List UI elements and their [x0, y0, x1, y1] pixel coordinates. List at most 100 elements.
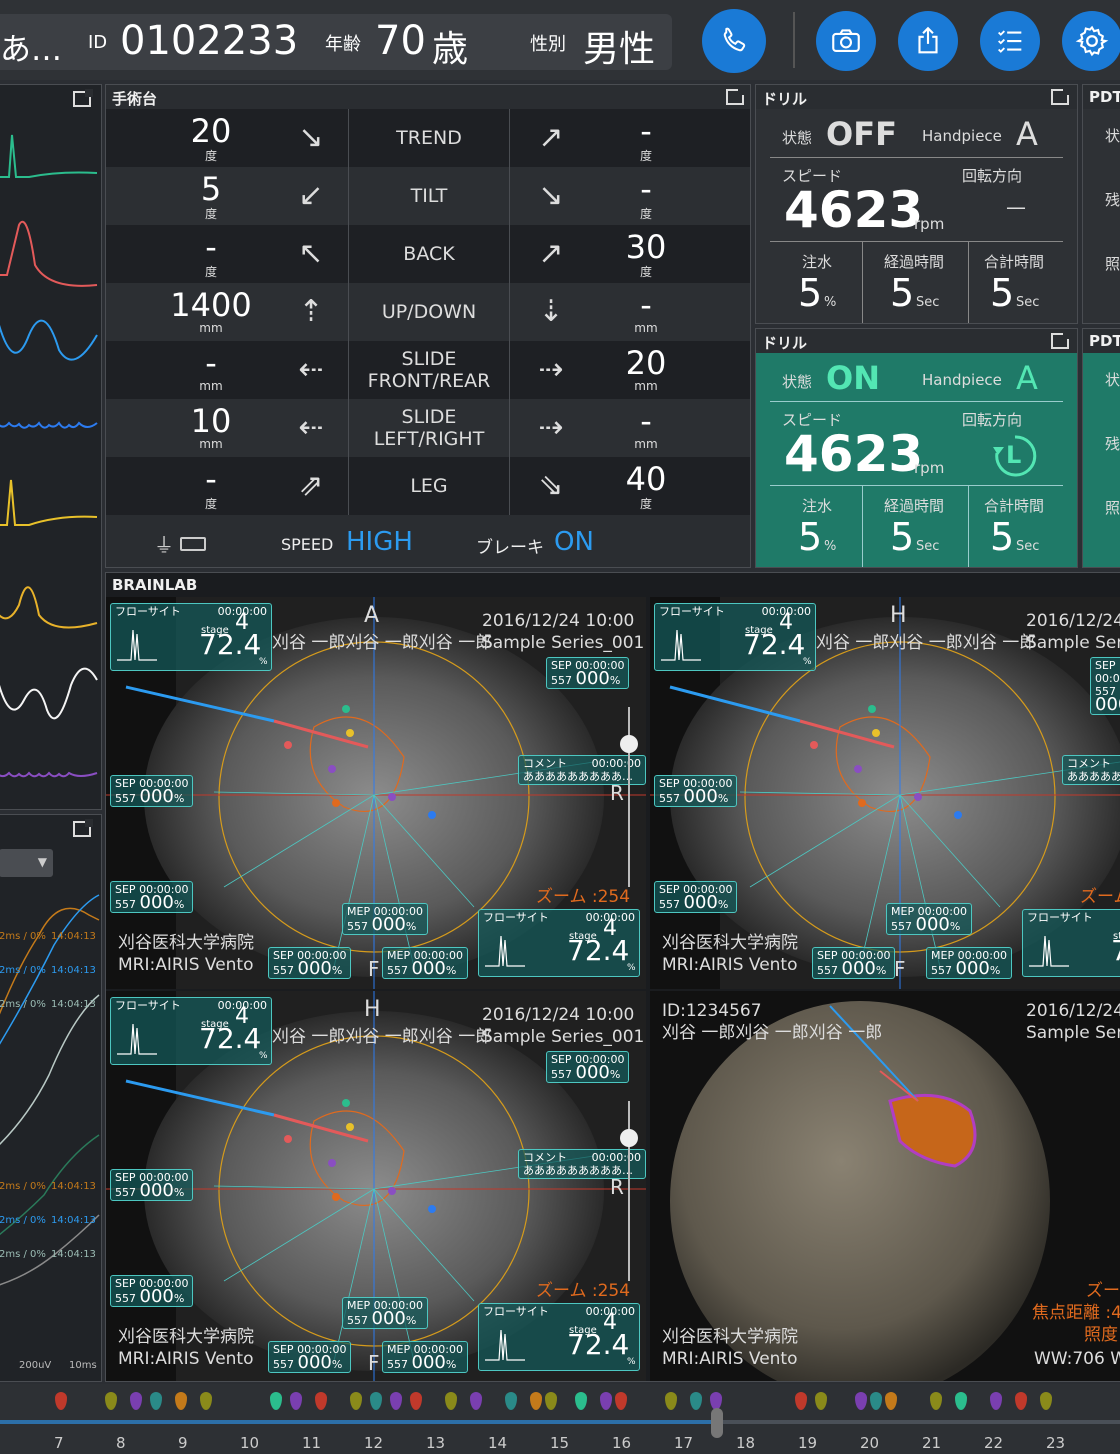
expand-icon[interactable] — [1051, 87, 1071, 105]
left-move-icon[interactable]: ↙ — [276, 167, 346, 225]
timeline-marker[interactable] — [130, 1392, 142, 1410]
timeline[interactable]: 7 8 9 10 11 12 13 14 15 16 17 18 19 20 21 22 23 — [0, 1384, 1120, 1454]
sep-tag[interactable]: SEP 00:00:00557 000% — [546, 1051, 630, 1083]
checklist-button[interactable] — [980, 11, 1040, 71]
timeline-marker[interactable] — [615, 1392, 627, 1410]
timeline-marker[interactable] — [600, 1392, 612, 1410]
sep-tag[interactable]: SEP 00:00:00557 000% — [110, 1275, 194, 1307]
brainlab-view-axial2[interactable]: フローサイト 00:00:00 stage 4 72.4% 刈谷 一郎刈谷 一郎刈谷 一郎… — [650, 597, 1120, 989]
camera-button[interactable] — [816, 11, 876, 71]
timeline-marker[interactable] — [350, 1392, 362, 1410]
timeline-marker[interactable] — [795, 1392, 807, 1410]
sep-tag[interactable]: SEP 00:00:00557 000% — [110, 775, 194, 807]
brainlab-view-axial[interactable]: フローサイト 00:00:00 stage 4 72.4% 刈谷 一郎刈谷 一郎刈谷 一郎… — [106, 597, 646, 989]
mep-tag[interactable]: MEP 00:00:00 557 000% — [926, 947, 1012, 979]
sep-tag[interactable]: SEP 00:00:00557 000% — [110, 1169, 194, 1201]
mep-tag[interactable]: MEP 00:00:00 557 000% — [382, 947, 468, 979]
timeline-marker[interactable] — [505, 1392, 517, 1410]
timeline-marker[interactable] — [545, 1392, 557, 1410]
timeline-marker[interactable] — [270, 1392, 282, 1410]
sep-tag[interactable]: SEP 00:00:00557 000% — [812, 947, 896, 979]
timeline-marker[interactable] — [575, 1392, 587, 1410]
mep-tag[interactable]: MEP 00:00:00 557 000% — [886, 903, 972, 935]
comment-tag[interactable]: コメント00:00:00あああああああああ… — [518, 1149, 646, 1179]
timeline-marker[interactable] — [445, 1392, 457, 1410]
timeline-marker[interactable] — [390, 1392, 402, 1410]
timeline-marker[interactable] — [410, 1392, 422, 1410]
timeline-marker[interactable] — [870, 1392, 882, 1410]
right-move-icon[interactable]: ⇢ — [511, 341, 591, 399]
sep-tag[interactable]: SEP 00:00:00557 000% — [268, 947, 352, 979]
right-move-icon[interactable]: ↗ — [511, 225, 591, 283]
slice-slider-handle[interactable] — [620, 735, 638, 753]
right-move-icon[interactable]: ⇣ — [511, 283, 591, 341]
fluorescence-tag[interactable]: フローサイト00:00:00stage472.4% — [478, 1303, 640, 1371]
left-value-cell[interactable]: -度 — [166, 225, 256, 283]
right-value-cell[interactable]: 40 度 — [601, 457, 691, 515]
left-value-cell[interactable]: -度 — [166, 457, 256, 515]
fluorescence-tag[interactable]: フローサイト00:00:00stage472.4% — [654, 603, 816, 671]
timeline-marker[interactable] — [370, 1392, 382, 1410]
left-value-cell[interactable]: 5度 — [166, 167, 256, 225]
speed-value[interactable]: HIGH — [346, 527, 413, 557]
right-value-cell[interactable]: -度 — [601, 167, 691, 225]
right-value-cell[interactable]: - mm — [601, 399, 691, 457]
timeline-marker[interactable] — [855, 1392, 867, 1410]
left-move-icon[interactable]: ↖ — [276, 225, 346, 283]
fluorescence-tag[interactable]: フローサイト00:00:00stage472.4% — [110, 603, 272, 671]
brainlab-view-sag[interactable]: フローサイト 00:00:00 stage 4 72.4% 刈谷 一郎刈谷 一郎刈谷 一郎… — [106, 991, 646, 1381]
timeline-marker[interactable] — [175, 1392, 187, 1410]
timeline-marker[interactable] — [200, 1392, 212, 1410]
sep-tag[interactable]: SEP 00:00:00557 000% — [654, 881, 738, 913]
expand-icon[interactable] — [726, 87, 746, 105]
brake-value[interactable]: ON — [554, 527, 594, 557]
left-move-icon[interactable]: ⇡ — [276, 283, 346, 341]
slice-slider-track[interactable] — [628, 707, 630, 887]
brainlab-view-3d[interactable]: ID:1234567刈谷 一郎刈谷 一郎刈谷 一郎 2016/12/24 10:0… — [650, 991, 1120, 1381]
expand-icon[interactable] — [1051, 331, 1071, 349]
timeline-marker[interactable] — [930, 1392, 942, 1410]
mep-tag[interactable]: MEP 00:00:00 557 000% — [342, 903, 428, 935]
right-move-icon[interactable]: ⇢ — [511, 399, 591, 457]
comment-tag[interactable]: コメント00:00:00あああああああああ… — [518, 755, 646, 785]
fluorescence-tag[interactable]: フローサイト00:00:00stage472.4% — [110, 997, 272, 1065]
timeline-marker[interactable] — [955, 1392, 967, 1410]
left-move-icon[interactable]: ⇠ — [276, 399, 346, 457]
right-move-icon[interactable]: ⇘ — [511, 457, 591, 515]
right-move-icon[interactable]: ↘ — [511, 167, 591, 225]
right-value-cell[interactable]: - mm — [601, 283, 691, 341]
timeline-marker[interactable] — [815, 1392, 827, 1410]
slice-slider-track[interactable] — [628, 1101, 630, 1281]
comment-tag[interactable]: コメント00:00:00あああああああああ… — [1062, 755, 1120, 785]
left-move-icon[interactable]: ⇠ — [276, 341, 346, 399]
left-move-icon[interactable]: ↘ — [276, 109, 346, 167]
left-value-cell[interactable]: 20 度 — [166, 109, 256, 167]
timeline-marker[interactable] — [885, 1392, 897, 1410]
settings-button[interactable] — [1062, 11, 1120, 71]
share-button[interactable] — [898, 11, 958, 71]
timeline-marker[interactable] — [530, 1392, 542, 1410]
call-button[interactable] — [702, 9, 766, 73]
timeline-marker[interactable] — [665, 1392, 677, 1410]
left-move-icon[interactable]: ⇗ — [276, 457, 346, 515]
mep-tag[interactable]: MEP 00:00:00 557 000% — [382, 1341, 468, 1373]
slice-slider-handle[interactable] — [620, 1129, 638, 1147]
timeline-marker[interactable] — [1040, 1392, 1052, 1410]
left-value-cell[interactable]: 1400 mm — [166, 283, 256, 341]
fluorescence-tag[interactable]: フローサイト00:00:00stage472.4% — [478, 909, 640, 977]
timeline-marker[interactable] — [315, 1392, 327, 1410]
timeline-marker[interactable] — [690, 1392, 702, 1410]
timeline-marker[interactable] — [55, 1392, 67, 1410]
timeline-marker[interactable] — [1015, 1392, 1027, 1410]
timeline-marker[interactable] — [290, 1392, 302, 1410]
right-value-cell[interactable]: 20 mm — [601, 341, 691, 399]
left-value-cell[interactable]: 10 mm — [166, 399, 256, 457]
right-move-icon[interactable]: ↗ — [511, 109, 591, 167]
right-value-cell[interactable]: -度 — [601, 109, 691, 167]
sep-tag[interactable]: SEP 00:00:00557 000% — [546, 657, 630, 689]
sep-tag[interactable]: SEP 00:00:00557 000% — [110, 881, 194, 913]
timeline-marker[interactable] — [150, 1392, 162, 1410]
sep-tag[interactable]: SEP 00:00:00557 000% — [1090, 657, 1120, 715]
timeline-marker[interactable] — [470, 1392, 482, 1410]
fluorescence-tag[interactable]: フローサイト00:00:00stage472.4% — [1022, 909, 1120, 977]
